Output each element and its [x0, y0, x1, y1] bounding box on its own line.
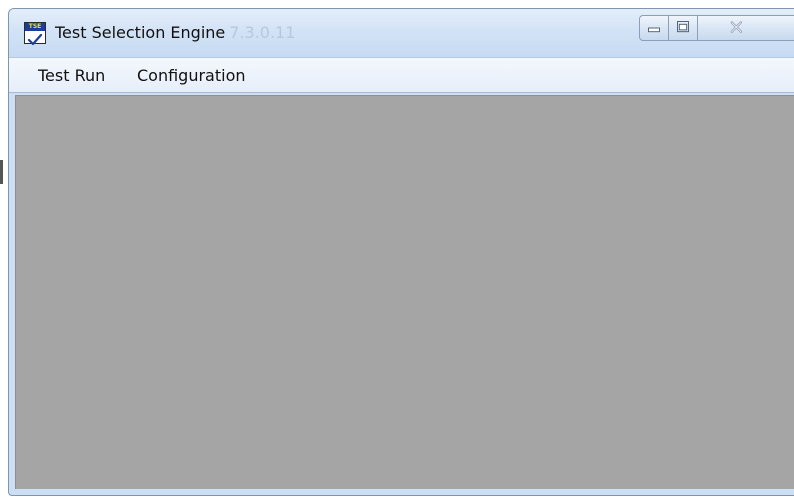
close-button[interactable]: [697, 15, 794, 41]
menu-item-test-run[interactable]: Test Run: [38, 65, 105, 87]
window-version: 7.3.0.11: [229, 23, 296, 42]
maximize-button[interactable]: [668, 15, 698, 41]
menu-item-configuration[interactable]: Configuration: [137, 65, 246, 87]
client-area[interactable]: [15, 95, 794, 489]
application-window: TSE Test Selection Engine 7.3.0.11 Test …: [8, 8, 794, 496]
window-title-text: Test Selection Engine: [55, 23, 226, 42]
left-edge-shadow: [0, 160, 3, 184]
minimize-icon: [648, 27, 660, 33]
app-icon-label: TSE: [25, 23, 45, 31]
minimize-button[interactable]: [639, 15, 669, 41]
caption-buttons: [639, 15, 794, 41]
window-title: Test Selection Engine 7.3.0.11: [55, 22, 295, 44]
title-bar[interactable]: TSE Test Selection Engine 7.3.0.11: [9, 9, 794, 57]
menu-bar: Test Run Configuration: [9, 57, 794, 93]
app-icon[interactable]: TSE: [24, 22, 46, 46]
checkmark-icon: [25, 31, 45, 46]
maximize-icon: [677, 21, 689, 33]
close-icon: [730, 21, 743, 33]
